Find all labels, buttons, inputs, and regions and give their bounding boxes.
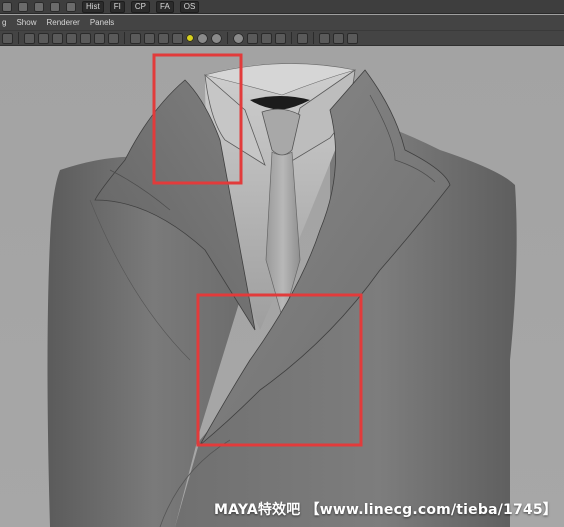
separator bbox=[124, 32, 125, 44]
panel-menubar: g Show Renderer Panels bbox=[0, 15, 564, 30]
watermark-text: MAYA特效吧 【www.linecg.com/tieba/1745】 bbox=[214, 502, 558, 518]
xray-icon[interactable] bbox=[247, 32, 258, 44]
share-icon[interactable] bbox=[347, 32, 358, 44]
separator bbox=[291, 32, 292, 44]
grid-icon[interactable] bbox=[24, 32, 35, 44]
select-camera-icon[interactable] bbox=[319, 32, 330, 44]
use-default-light-icon[interactable] bbox=[186, 34, 194, 42]
tool-icon[interactable] bbox=[2, 1, 12, 12]
maya-app: Hist FI CP FA OS g Show Renderer Panels bbox=[0, 0, 564, 527]
smooth-shade-icon[interactable] bbox=[144, 32, 155, 44]
field-chart-icon[interactable] bbox=[80, 32, 91, 44]
toolbar-tab-cp[interactable]: CP bbox=[130, 0, 151, 13]
suit-model-render bbox=[0, 46, 564, 527]
separator bbox=[18, 32, 19, 44]
menu-item-show[interactable]: Show bbox=[16, 18, 36, 27]
xray-joints-icon[interactable] bbox=[261, 32, 272, 44]
status-line: Hist FI CP FA OS bbox=[0, 0, 564, 14]
menu-item-lighting[interactable]: g bbox=[2, 18, 6, 27]
ambient-occlusion-icon[interactable] bbox=[211, 32, 222, 44]
separator bbox=[313, 32, 314, 44]
shadow-icon[interactable] bbox=[197, 32, 208, 44]
xray-components-icon[interactable] bbox=[275, 32, 286, 44]
wireframe-icon[interactable] bbox=[130, 32, 141, 44]
panel-iconbar bbox=[0, 30, 564, 46]
toolbar-tab-fi[interactable]: FI bbox=[109, 0, 125, 13]
film-gate-icon[interactable] bbox=[38, 32, 49, 44]
hud-icon[interactable] bbox=[297, 32, 308, 44]
textured-icon[interactable] bbox=[172, 32, 183, 44]
toolbar-tab-hist[interactable]: Hist bbox=[82, 0, 104, 13]
toolbar-tab-os[interactable]: OS bbox=[179, 0, 200, 13]
safe-action-icon[interactable] bbox=[94, 32, 105, 44]
tool-icon[interactable] bbox=[50, 1, 60, 12]
camera-attributes-icon[interactable] bbox=[333, 32, 344, 44]
tool-icon[interactable] bbox=[18, 1, 28, 12]
tool-icon[interactable] bbox=[34, 1, 44, 12]
safe-title-icon[interactable] bbox=[108, 32, 119, 44]
menu-item-panels[interactable]: Panels bbox=[90, 18, 114, 27]
toolbar-tab-fa[interactable]: FA bbox=[156, 0, 174, 13]
viewport-3d[interactable] bbox=[0, 46, 564, 527]
camera-icon[interactable] bbox=[2, 32, 13, 44]
menu-item-renderer[interactable]: Renderer bbox=[46, 18, 79, 27]
gate-mask-icon[interactable] bbox=[66, 32, 77, 44]
resolution-gate-icon[interactable] bbox=[52, 32, 63, 44]
move-tool-icon[interactable] bbox=[66, 1, 76, 12]
wireframe-on-shaded-icon[interactable] bbox=[158, 32, 169, 44]
separator bbox=[227, 32, 228, 44]
isolate-select-icon[interactable] bbox=[233, 32, 244, 44]
